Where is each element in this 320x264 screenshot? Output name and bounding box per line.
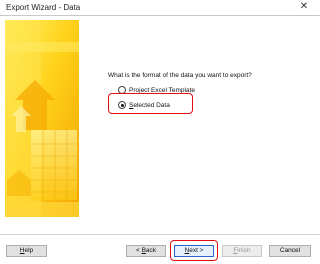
next-button-highlight bbox=[170, 240, 218, 261]
header-divider bbox=[0, 15, 320, 16]
finish-button[interactable]: Finish bbox=[222, 245, 262, 257]
banner-graphic bbox=[5, 20, 79, 217]
title-bar: Export Wizard - Data ✕ bbox=[0, 0, 320, 15]
cancel-button[interactable]: Cancel bbox=[269, 245, 311, 257]
selected-data-highlight bbox=[108, 93, 193, 114]
wizard-banner-image bbox=[5, 20, 79, 217]
window-title: Export Wizard - Data bbox=[6, 3, 81, 12]
back-button[interactable]: < Back bbox=[126, 245, 166, 257]
format-question: What is the format of the data you want … bbox=[108, 72, 252, 79]
help-button[interactable]: Help bbox=[6, 245, 47, 257]
close-icon[interactable]: ✕ bbox=[298, 1, 310, 13]
footer-divider bbox=[0, 234, 320, 235]
